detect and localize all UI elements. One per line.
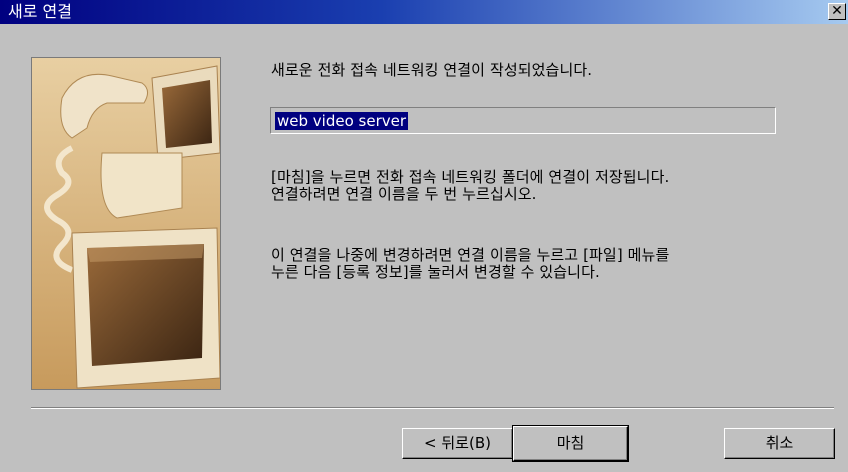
connection-name-field[interactable]: web video server (270, 107, 776, 134)
button-divider (31, 407, 834, 409)
back-button[interactable]: < 뒤로(B) (402, 428, 513, 459)
connection-name-value[interactable]: web video server (275, 112, 409, 130)
change-instructions: 이 연결을 나중에 변경하려면 연결 이름을 누르고 [파일] 메뉴를 누른 다… (271, 246, 670, 281)
computer-phone-illustration-icon (32, 58, 220, 389)
window-title: 새로 연결 (8, 2, 72, 21)
wizard-illustration (31, 57, 221, 390)
close-icon: ✕ (831, 3, 843, 19)
finish-instructions: [마침]을 누르면 전화 접속 네트워킹 폴더에 연결이 저장됩니다. 연결하려… (271, 168, 670, 203)
close-button[interactable]: ✕ (828, 3, 846, 20)
title-bar[interactable]: 새로 연결 ✕ (0, 0, 848, 24)
finish-button[interactable]: 마침 (512, 425, 629, 462)
cancel-button[interactable]: 취소 (724, 428, 835, 459)
wizard-heading: 새로운 전화 접속 네트워킹 연결이 작성되었습니다. (271, 61, 593, 79)
